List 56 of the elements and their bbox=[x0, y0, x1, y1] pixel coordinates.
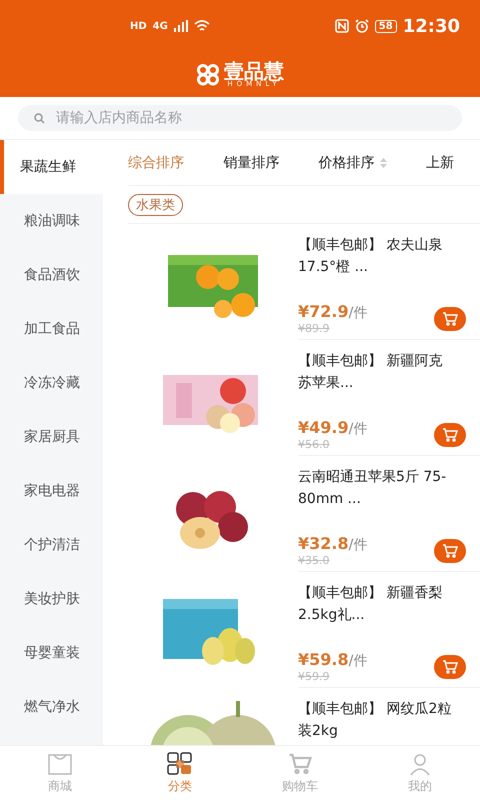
logo-text: 壹品慧 bbox=[224, 61, 284, 81]
product-title[interactable]: 【顺丰包邮】 新疆香梨2.5kg礼... bbox=[298, 582, 480, 626]
product-title[interactable]: 【顺丰包邮】 网纹瓜2粒装2kg bbox=[298, 698, 480, 742]
search-icon bbox=[34, 113, 45, 124]
category-item[interactable]: 燃气净水 bbox=[0, 680, 103, 734]
status-time: 12:30 bbox=[402, 16, 460, 36]
sort-tab[interactable]: 销量排序 bbox=[223, 154, 280, 172]
original-price: ¥35.0 bbox=[298, 554, 330, 567]
price-unit: /件 bbox=[348, 536, 368, 554]
product-price: ¥72.9 bbox=[298, 302, 349, 321]
add-to-cart-button[interactable] bbox=[434, 654, 466, 678]
product-title[interactable]: 【顺丰包邮】 农夫山泉17.5°橙 ... bbox=[298, 234, 480, 278]
category-item[interactable]: 加工食品 bbox=[0, 302, 103, 356]
search-field[interactable]: 请输入店内商品名称 bbox=[18, 105, 462, 131]
product-title[interactable]: 【顺丰包邮】 新疆阿克苏苹果... bbox=[298, 350, 480, 394]
original-price: ¥59.9 bbox=[298, 670, 330, 683]
alarm-icon bbox=[354, 19, 369, 33]
add-to-cart-button[interactable] bbox=[434, 422, 466, 446]
status-indicator: 4G bbox=[152, 20, 168, 32]
category-item[interactable]: 果蔬生鲜 bbox=[0, 140, 103, 194]
category-item[interactable]: 食品酒饮 bbox=[0, 248, 103, 302]
category-item[interactable]: 家居厨具 bbox=[0, 410, 103, 464]
wifi-icon bbox=[194, 20, 210, 32]
logo-icon bbox=[196, 64, 220, 86]
category-item[interactable]: 母婴童装 bbox=[0, 626, 103, 680]
user-icon bbox=[408, 752, 432, 776]
sort-tab[interactable]: 价格排序 bbox=[318, 154, 387, 172]
battery-level: 58 bbox=[374, 20, 397, 32]
status-indicator: HD bbox=[130, 20, 147, 32]
category-item[interactable]: 个护清洁 bbox=[0, 518, 103, 572]
cart-icon bbox=[442, 658, 458, 674]
sort-tab[interactable]: 上新 bbox=[426, 154, 454, 172]
category-item[interactable]: 冷冻冷藏 bbox=[0, 356, 103, 410]
signal-icon bbox=[174, 20, 188, 32]
original-price: ¥56.0 bbox=[298, 438, 330, 451]
cart-icon bbox=[288, 752, 312, 776]
category-item[interactable]: 粮油调味 bbox=[0, 194, 103, 248]
category-item[interactable]: 家电电器 bbox=[0, 464, 103, 518]
nfc-icon bbox=[334, 19, 349, 33]
cart-icon bbox=[442, 542, 458, 558]
bag-icon bbox=[47, 752, 73, 776]
add-to-cart-button[interactable] bbox=[434, 538, 466, 562]
category-tag[interactable]: 水果类 bbox=[128, 194, 183, 216]
price-unit: /件 bbox=[348, 304, 368, 322]
product-price: ¥59.8 bbox=[298, 650, 349, 669]
cart-icon bbox=[442, 310, 458, 326]
original-price: ¥89.9 bbox=[298, 322, 330, 335]
grid-icon bbox=[167, 752, 193, 776]
add-to-cart-button[interactable] bbox=[434, 306, 466, 330]
price-unit: /件 bbox=[348, 652, 368, 670]
product-title[interactable]: 云南昭通丑苹果5斤 75-80mm ... bbox=[298, 466, 480, 510]
product-price: ¥49.9 bbox=[298, 418, 349, 437]
cart-icon bbox=[442, 426, 458, 442]
product-price: ¥32.8 bbox=[298, 534, 349, 553]
price-unit: /件 bbox=[348, 420, 368, 438]
category-item[interactable]: 美妆护肤 bbox=[0, 572, 103, 626]
